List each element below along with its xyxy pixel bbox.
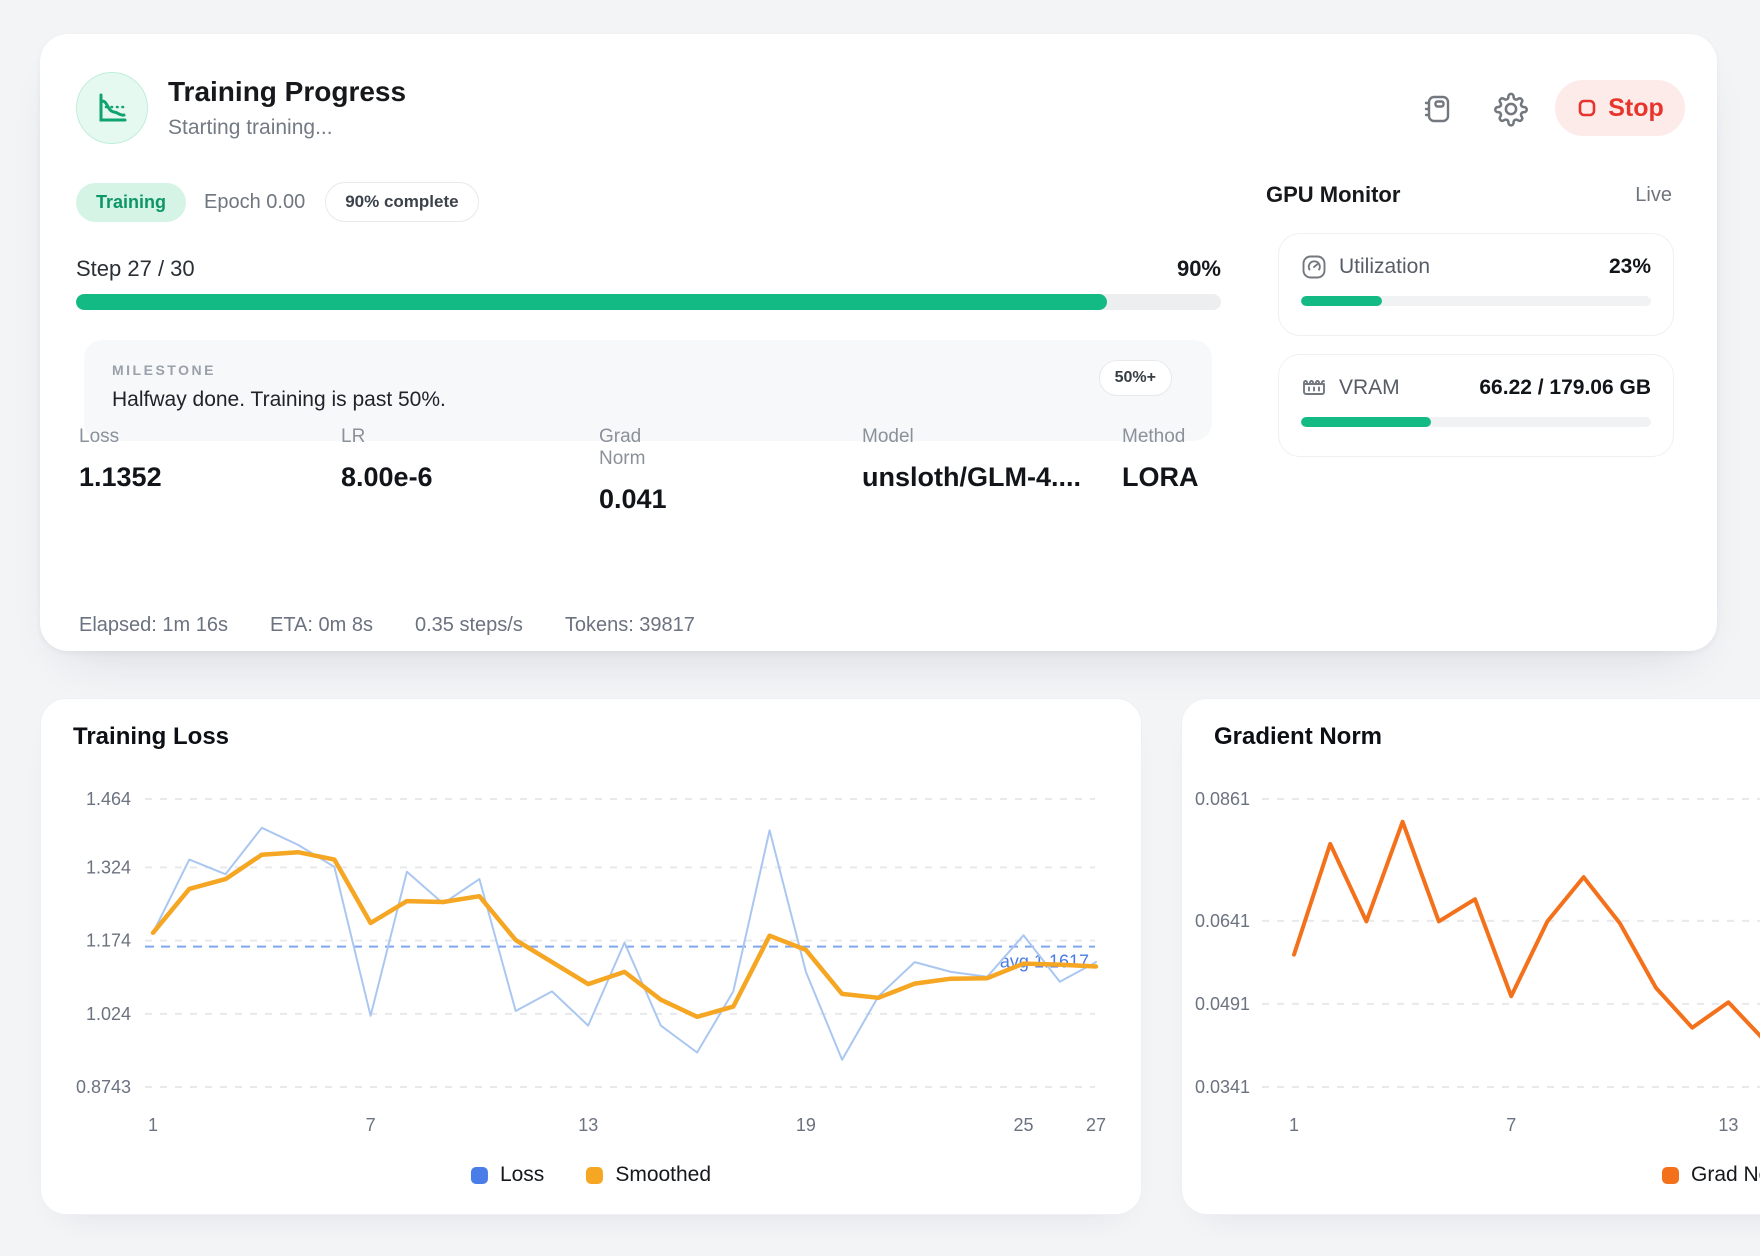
y-axis-tick-label: 1.174	[86, 931, 131, 951]
gpu-vram-card: VRAM 66.22 / 179.06 GB	[1278, 354, 1674, 457]
step-row: Step 27 / 30 90%	[76, 256, 1221, 282]
chart-legend: Grad Norm	[1662, 1163, 1760, 1187]
training-progress-bar	[76, 294, 1221, 310]
stop-icon	[1576, 97, 1598, 119]
series-line-grad-norm	[1294, 822, 1760, 1041]
gpu-card-label: VRAM	[1339, 376, 1400, 400]
status-subtitle: Starting training...	[168, 116, 333, 140]
metric-label: Loss	[79, 426, 162, 448]
series-line-smoothed	[153, 852, 1096, 1017]
gpu-monitor-header: GPU Monitor Live	[1266, 182, 1672, 208]
epoch-label: Epoch 0.00	[204, 191, 305, 214]
legend-item-loss[interactable]: Loss	[471, 1163, 544, 1187]
training-loss-chart: 1.4641.3241.1741.0240.8743avg 1.16171713…	[41, 699, 1141, 1214]
runtime-stats: Elapsed: 1m 16s ETA: 0m 8s 0.35 steps/s …	[79, 614, 695, 637]
metric-value: 1.1352	[79, 462, 162, 493]
legend-label: Grad Norm	[1691, 1163, 1760, 1187]
status-badges: Training Epoch 0.00 90% complete	[76, 183, 479, 221]
ram-icon	[1301, 375, 1327, 401]
metric-label: Method	[1122, 426, 1199, 448]
metric-method: Method LORA	[1122, 426, 1199, 493]
settings-button[interactable]	[1489, 88, 1533, 132]
legend-label: Loss	[500, 1163, 544, 1187]
log-notebook-button[interactable]	[1415, 88, 1459, 132]
training-dashboard: { "header": { "title": "Training Progres…	[0, 0, 1760, 1256]
x-axis-tick-label: 25	[1013, 1115, 1033, 1135]
x-axis-tick-label: 1	[1289, 1115, 1299, 1135]
percent-complete-badge: 90% complete	[325, 182, 478, 222]
page-title: Training Progress	[168, 76, 406, 108]
gpu-utilization-bar	[1301, 296, 1651, 306]
step-label: Step 27 / 30	[76, 256, 195, 282]
gear-icon	[1493, 91, 1529, 130]
gpu-live-badge: Live	[1635, 184, 1672, 207]
gpu-utilization-card: Utilization 23%	[1278, 233, 1674, 336]
metric-value: 8.00e-6	[341, 462, 433, 493]
legend-swatch	[586, 1167, 603, 1184]
chart-plot-area: 1.4641.3241.1741.0240.8743avg 1.16171713…	[41, 699, 1141, 1214]
gradient-norm-chart-card: Gradient Norm 0.08610.06410.04910.034117…	[1181, 698, 1760, 1215]
x-axis-tick-label: 13	[1718, 1115, 1738, 1135]
y-axis-tick-label: 0.0341	[1195, 1077, 1250, 1097]
milestone-badge: 50%+	[1099, 360, 1172, 396]
gpu-card-label: Utilization	[1339, 255, 1430, 279]
series-line-loss	[153, 828, 1096, 1060]
y-axis-tick-label: 0.0641	[1195, 911, 1250, 931]
legend-item-grad-norm[interactable]: Grad Norm	[1662, 1163, 1760, 1187]
chart-legend: Loss Smoothed	[471, 1163, 711, 1187]
metric-label: LR	[341, 426, 433, 448]
legend-swatch	[1662, 1167, 1679, 1184]
metric-grad-norm: Grad Norm 0.041	[599, 426, 667, 515]
metric-value: LORA	[1122, 462, 1199, 493]
x-axis-tick-label: 19	[796, 1115, 816, 1135]
chart-plot-area: 0.0861 0.0641 0.0491 0.0341 1 7 13	[1182, 699, 1760, 1214]
metric-lr: LR 8.00e-6	[341, 426, 433, 493]
x-axis-tick-label: 27	[1086, 1115, 1106, 1135]
milestone-label: MILESTONE	[112, 362, 216, 378]
legend-item-smoothed[interactable]: Smoothed	[586, 1163, 711, 1187]
x-axis-tick-label: 7	[366, 1115, 376, 1135]
stop-button-label: Stop	[1608, 94, 1664, 123]
metric-value: 0.041	[599, 484, 667, 515]
x-axis-tick-label: 1	[148, 1115, 158, 1135]
gpu-card-value: 23%	[1609, 255, 1651, 279]
metric-value: unsloth/GLM-4....	[862, 462, 1081, 493]
elapsed-stat: Elapsed: 1m 16s	[79, 614, 228, 637]
y-axis-tick-label: 1.024	[86, 1004, 131, 1024]
y-axis-tick-label: 1.464	[86, 789, 131, 809]
steps-per-sec-stat: 0.35 steps/s	[415, 614, 523, 637]
x-axis-tick-label: 7	[1506, 1115, 1516, 1135]
legend-swatch	[471, 1167, 488, 1184]
metric-label: Grad Norm	[599, 426, 667, 470]
gpu-vram-bar-fill	[1301, 417, 1431, 427]
notebook-icon	[1420, 92, 1454, 129]
y-axis-tick-label: 0.0491	[1195, 994, 1250, 1014]
loss-curve-icon	[76, 72, 148, 144]
training-progress-bar-fill	[76, 294, 1107, 310]
metric-model: Model unsloth/GLM-4....	[862, 426, 1081, 493]
metric-loss: Loss 1.1352	[79, 426, 162, 493]
stop-button[interactable]: Stop	[1555, 80, 1685, 136]
tokens-stat: Tokens: 39817	[565, 614, 695, 637]
eta-stat: ETA: 0m 8s	[270, 614, 373, 637]
gpu-utilization-bar-fill	[1301, 296, 1382, 306]
y-axis-tick-label: 1.324	[86, 857, 131, 877]
gpu-monitor-title: GPU Monitor	[1266, 182, 1400, 208]
gpu-card-value: 66.22 / 179.06 GB	[1479, 376, 1651, 400]
y-axis-tick-label: 0.8743	[76, 1077, 131, 1097]
training-progress-card: Training Progress Starting training... S…	[40, 34, 1717, 651]
x-axis-tick-label: 13	[578, 1115, 598, 1135]
milestone-message: Halfway done. Training is past 50%.	[112, 388, 446, 412]
training-status-badge: Training	[76, 183, 186, 222]
gpu-vram-bar	[1301, 417, 1651, 427]
training-loss-chart-card: Training Loss 1.4641.3241.1741.0240.8743…	[40, 698, 1142, 1215]
legend-label: Smoothed	[615, 1163, 711, 1187]
y-axis-tick-label: 0.0861	[1195, 789, 1250, 809]
gradient-norm-chart: 0.0861 0.0641 0.0491 0.0341 1 7 13 Grad Norm	[1182, 699, 1760, 1214]
metric-label: Model	[862, 426, 1081, 448]
gauge-icon	[1301, 254, 1327, 280]
progress-percent: 90%	[1177, 256, 1221, 282]
